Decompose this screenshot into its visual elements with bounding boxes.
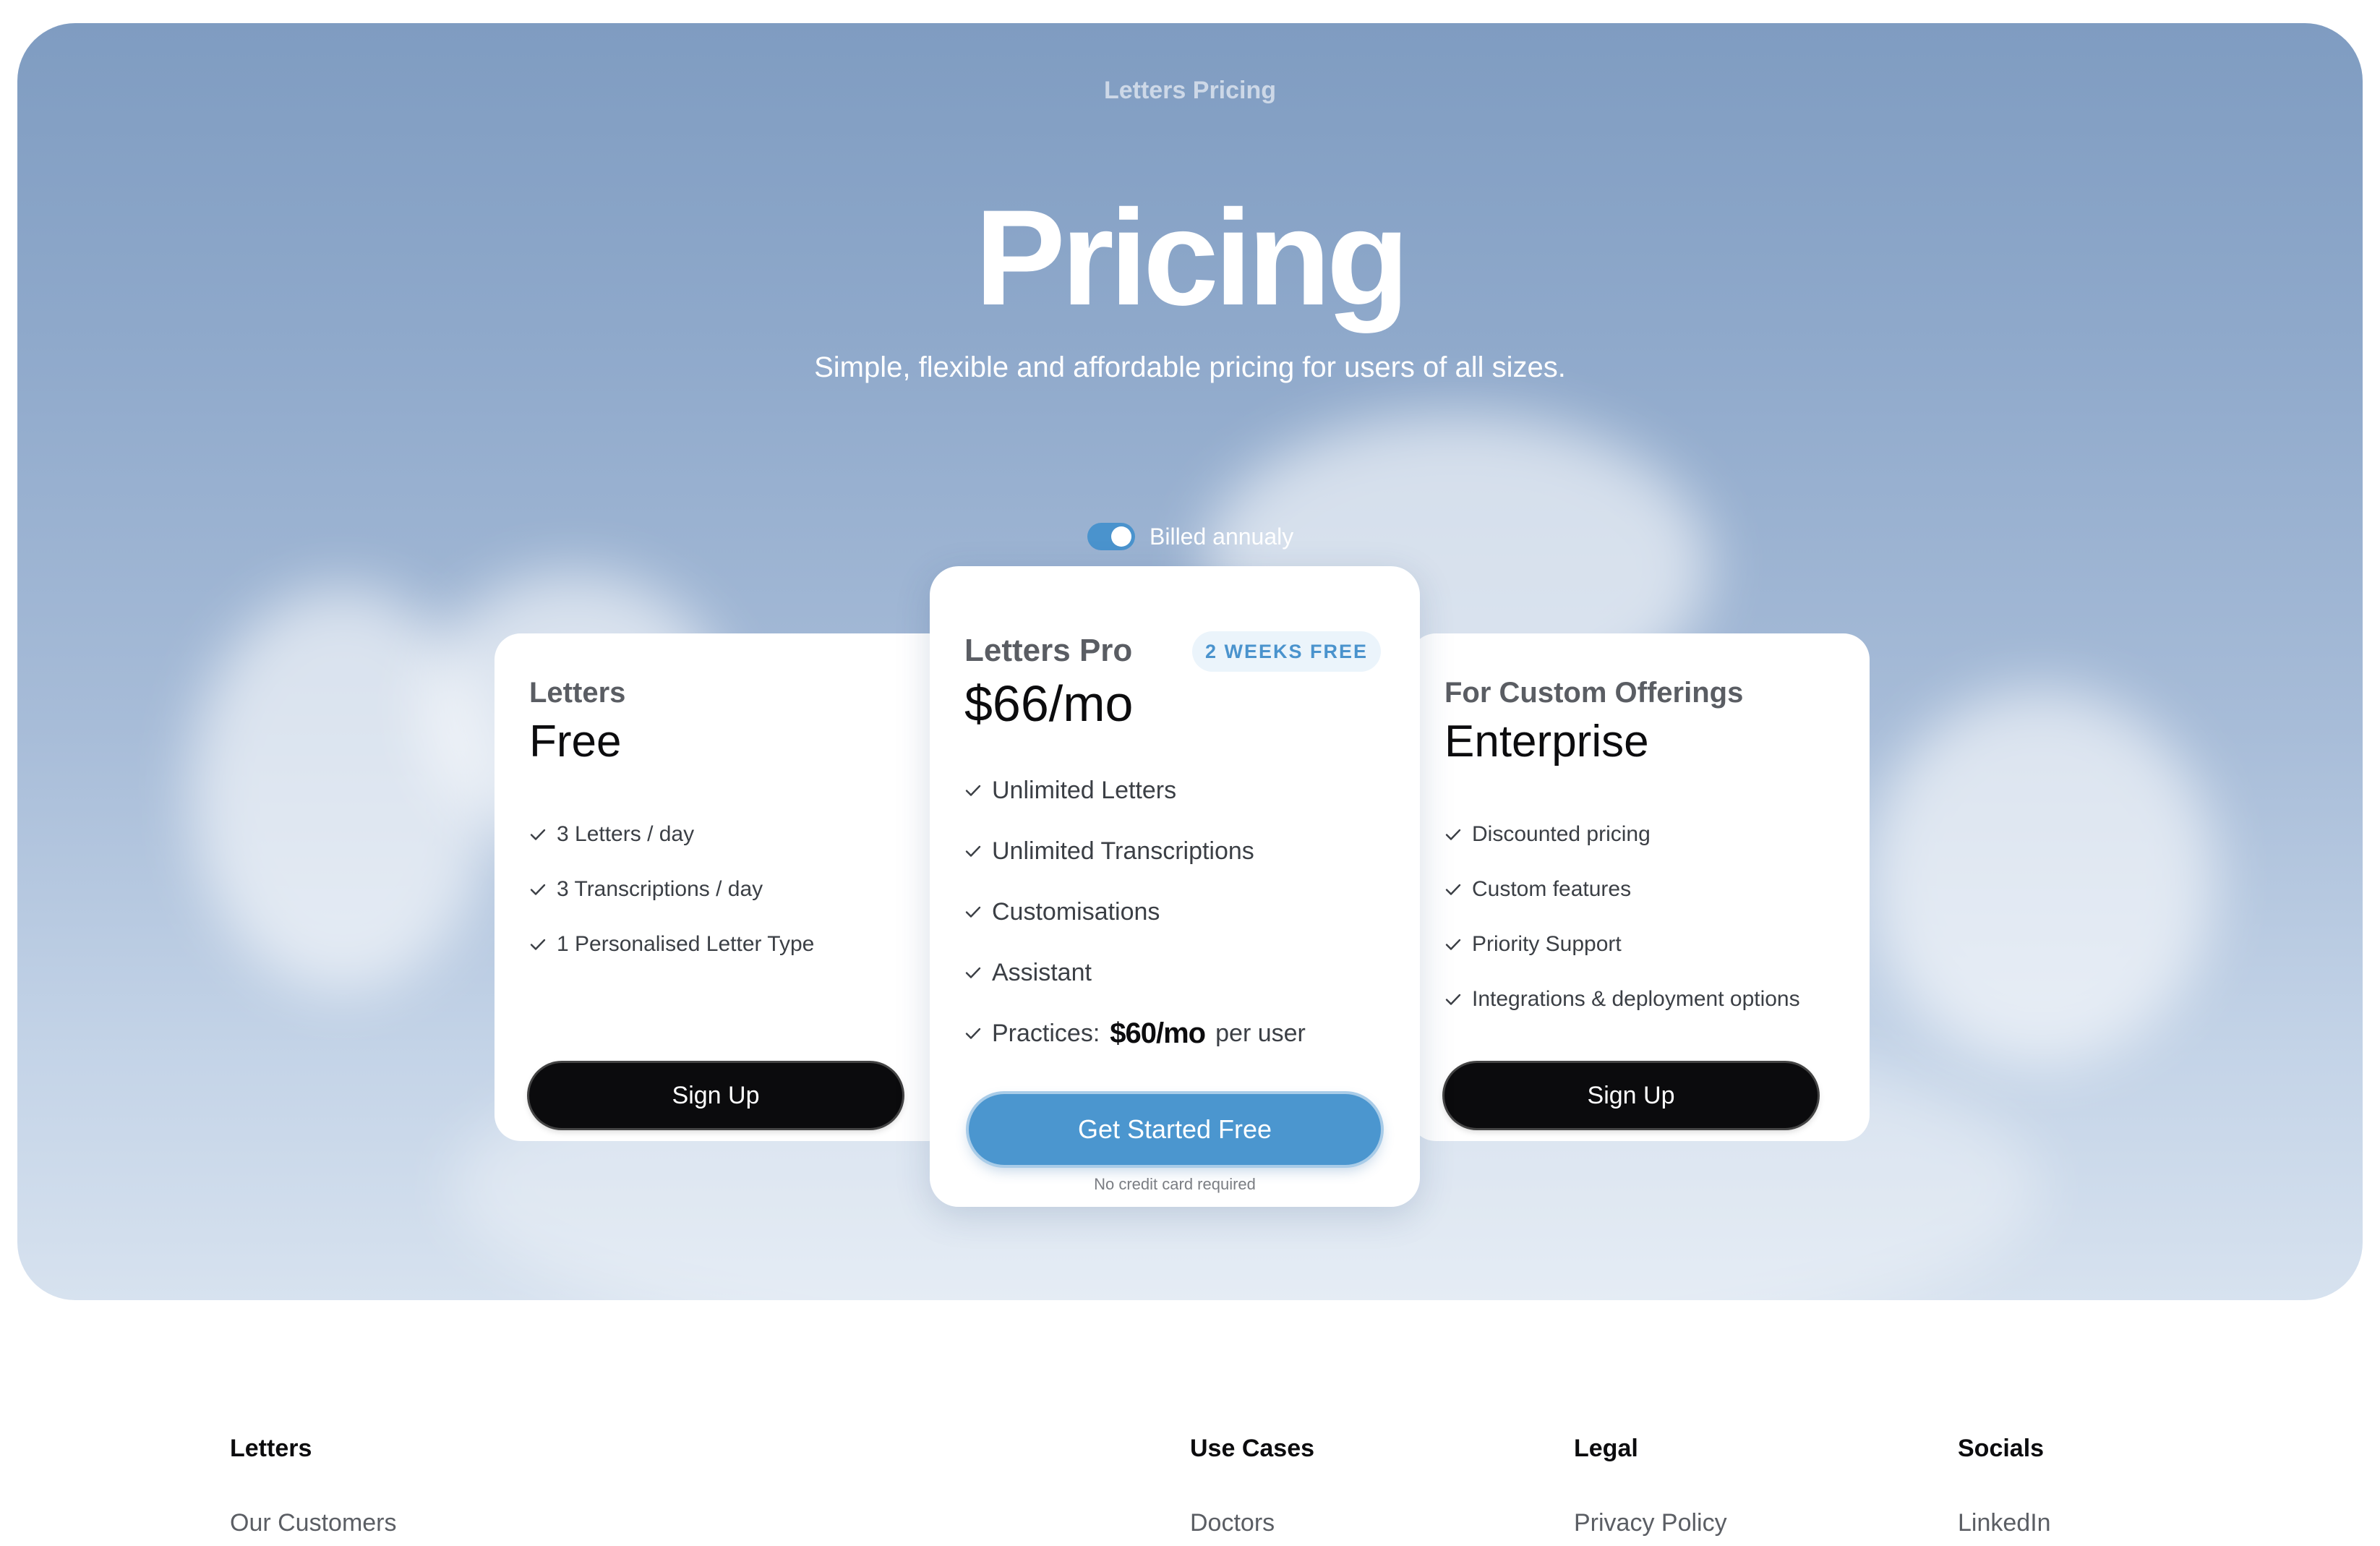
- page-subtitle: Simple, flexible and affordable pricing …: [814, 351, 1566, 383]
- feature-list: Unlimited Letters Unlimited Transcriptio…: [964, 760, 1306, 1064]
- plan-price: $66/mo: [964, 675, 1134, 732]
- plan-price: Enterprise: [1444, 717, 1649, 766]
- page-title: Pricing: [975, 181, 1409, 333]
- check-icon: [965, 1028, 981, 1039]
- feature-text: Unlimited Letters: [992, 776, 1177, 804]
- feature-item: 3 Letters / day: [529, 807, 814, 862]
- feature-text: 1 Personalised Letter Type: [557, 932, 815, 956]
- no-credit-card-note: No credit card required: [1094, 1175, 1256, 1193]
- free-trial-badge: 2 WEEKS FREE: [1191, 631, 1381, 672]
- billing-toggle[interactable]: [1087, 523, 1135, 550]
- feature-item: Custom features: [1444, 862, 1800, 917]
- practices-label: Practices:: [992, 1019, 1100, 1047]
- feature-item: Assistant: [964, 942, 1306, 1003]
- practices-pricing-item: Practices: $60/mo per user: [964, 1003, 1306, 1064]
- footer-link-our-customers[interactable]: Our Customers: [230, 1509, 397, 1537]
- check-icon: [965, 845, 981, 857]
- feature-text: Priority Support: [1472, 932, 1622, 956]
- feature-item: 1 Personalised Letter Type: [529, 917, 814, 972]
- plan-label: Letters: [529, 677, 626, 709]
- pricing-page: Letters Pricing Pricing Simple, flexible…: [0, 0, 2380, 1546]
- footer-link-doctors[interactable]: Doctors: [1190, 1509, 1314, 1537]
- billing-toggle-group: Billed annualy: [1087, 521, 1293, 552]
- check-icon: [1445, 939, 1461, 950]
- footer-column-socials: Socials LinkedIn: [1958, 1435, 2051, 1537]
- practices-unit: per user: [1215, 1019, 1306, 1047]
- footer-heading: Use Cases: [1190, 1435, 1315, 1462]
- feature-text: 3 Letters / day: [557, 822, 695, 846]
- free-sign-up-button[interactable]: Sign Up: [529, 1063, 902, 1128]
- plan-label: For Custom Offerings: [1444, 677, 1744, 709]
- feature-text: 3 Transcriptions / day: [557, 877, 763, 901]
- footer-heading: Letters: [230, 1435, 312, 1462]
- feature-item: Discounted pricing: [1444, 807, 1800, 862]
- feature-text: Custom features: [1472, 877, 1632, 901]
- practices-price: $60/mo: [1110, 1017, 1206, 1049]
- plan-label: Letters Pro: [964, 633, 1133, 668]
- get-started-free-button[interactable]: Get Started Free: [969, 1094, 1381, 1165]
- feature-item: 3 Transcriptions / day: [529, 862, 814, 917]
- check-icon: [1445, 829, 1461, 840]
- plan-card-pro: Letters Pro 2 WEEKS FREE $66/mo Unlimite…: [930, 566, 1420, 1207]
- plan-card-enterprise: For Custom Offerings Enterprise Discount…: [1410, 633, 1870, 1141]
- footer-link-linkedin[interactable]: LinkedIn: [1958, 1509, 2051, 1537]
- feature-list: 3 Letters / day 3 Transcriptions / day 1…: [529, 807, 814, 972]
- billing-label: Billed annualy: [1150, 523, 1294, 550]
- plan-card-free: Letters Free 3 Letters / day 3 Transcrip…: [495, 633, 954, 1141]
- feature-item: Customisations: [964, 881, 1306, 942]
- check-icon: [530, 884, 546, 895]
- feature-text: Unlimited Transcriptions: [992, 837, 1254, 865]
- feature-list: Discounted pricing Custom features Prior…: [1444, 807, 1800, 1027]
- eyebrow-text: Letters Pricing: [1103, 77, 1277, 104]
- check-icon: [1445, 884, 1461, 895]
- check-icon: [530, 939, 546, 950]
- footer-column-letters: Letters Our Customers: [230, 1435, 397, 1537]
- feature-item: Integrations & deployment options: [1444, 972, 1800, 1027]
- feature-item: Unlimited Transcriptions: [964, 821, 1306, 881]
- check-icon: [965, 906, 981, 918]
- feature-text: Customisations: [992, 897, 1160, 926]
- footer-link-privacy-policy[interactable]: Privacy Policy: [1574, 1509, 1727, 1537]
- toggle-knob: [1111, 526, 1131, 547]
- feature-item: Unlimited Letters: [964, 760, 1306, 821]
- footer-column-use-cases: Use Cases Doctors: [1190, 1435, 1314, 1537]
- feature-item: Priority Support: [1444, 917, 1800, 972]
- check-icon: [1445, 994, 1461, 1005]
- check-icon: [965, 785, 981, 796]
- enterprise-sign-up-button[interactable]: Sign Up: [1444, 1063, 1818, 1128]
- check-icon: [530, 829, 546, 840]
- check-icon: [965, 967, 981, 978]
- feature-text: Discounted pricing: [1472, 822, 1651, 846]
- plan-price: Free: [529, 717, 622, 766]
- footer-column-legal: Legal Privacy Policy: [1574, 1435, 1727, 1537]
- feature-text: Integrations & deployment options: [1472, 987, 1800, 1011]
- footer-heading: Socials: [1958, 1435, 2045, 1462]
- feature-text: Assistant: [992, 958, 1092, 986]
- footer-heading: Legal: [1574, 1435, 1638, 1462]
